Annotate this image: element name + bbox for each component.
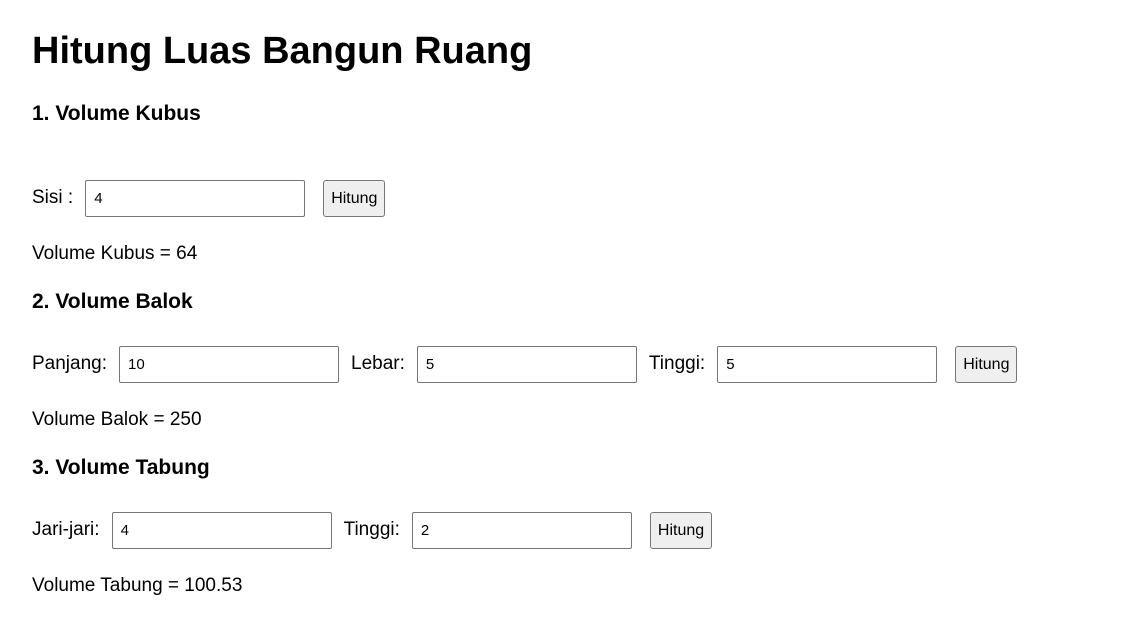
lebar-label: Lebar: (351, 352, 405, 374)
section-heading-balok: 2. Volume Balok (32, 290, 193, 313)
jari-jari-input[interactable] (111, 512, 332, 549)
jari-jari-label: Jari-jari: (32, 518, 100, 540)
tinggi-balok-label: Tinggi: (648, 352, 706, 374)
hitung-kubus-button[interactable]: Hitung (323, 180, 386, 217)
balok-input-row: Panjang: Lebar: Tinggi: Hitung (32, 346, 1018, 383)
kubus-result: Volume Kubus = 64 (32, 243, 198, 264)
page-title: Hitung Luas Bangun Ruang (32, 30, 533, 72)
hitung-tabung-button[interactable]: Hitung (649, 512, 713, 549)
tinggi-tabung-input[interactable] (411, 512, 632, 549)
section-heading-kubus: 1. Volume Kubus (32, 102, 201, 125)
tabung-result: Volume Tabung = 100.53 (32, 575, 243, 596)
hitung-balok-button[interactable]: Hitung (955, 346, 1018, 383)
tinggi-balok-input[interactable] (717, 346, 938, 383)
page: Hitung Luas Bangun Ruang 1. Volume Kubus… (32, 0, 1141, 629)
section-heading-tabung: 3. Volume Tabung (32, 456, 210, 479)
balok-result: Volume Balok = 250 (32, 409, 202, 430)
tabung-input-row: Jari-jari: Tinggi: Hitung (32, 512, 713, 549)
tinggi-tabung-label: Tinggi: (343, 518, 400, 540)
kubus-input-row: Sisi : Hitung (32, 180, 386, 217)
panjang-label: Panjang: (32, 352, 108, 374)
panjang-input[interactable] (119, 346, 340, 383)
lebar-input[interactable] (416, 346, 637, 383)
sisi-label: Sisi : (32, 186, 74, 208)
sisi-input[interactable] (85, 180, 306, 217)
